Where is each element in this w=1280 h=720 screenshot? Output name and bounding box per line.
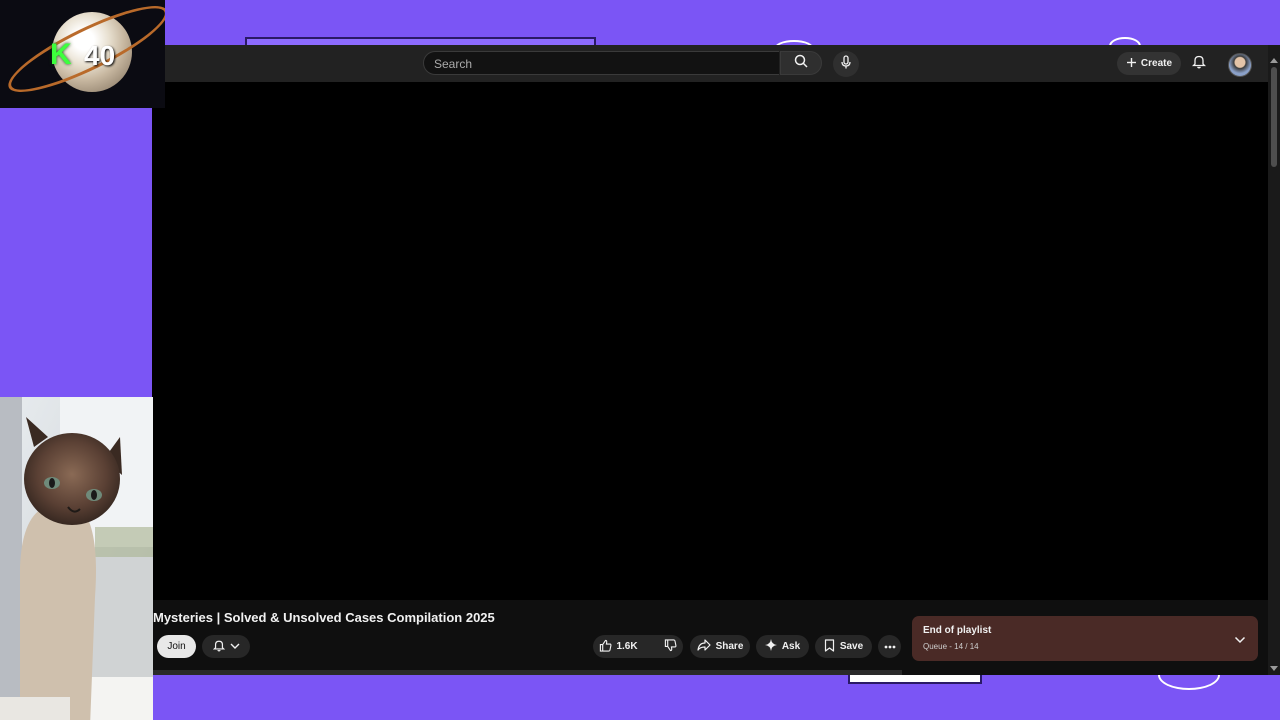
save-label: Save: [839, 641, 864, 652]
subscription-notifications-button[interactable]: [202, 635, 250, 658]
scroll-thumb[interactable]: [1271, 67, 1277, 167]
chevron-down-icon[interactable]: [1234, 631, 1246, 649]
share-icon: [696, 639, 711, 654]
search-input[interactable]: Search: [423, 51, 779, 75]
bookmark-icon: [824, 638, 835, 655]
thumbs-up-icon: [599, 639, 612, 655]
share-button[interactable]: Share: [690, 635, 750, 658]
horizontal-scroll-strip: [152, 670, 902, 675]
search-icon: [794, 54, 808, 73]
plus-icon: [1126, 57, 1137, 71]
more-icon: [884, 641, 896, 652]
youtube-window: Search Create Mysteries | Solved & Unsol…: [152, 45, 1280, 675]
create-button[interactable]: Create: [1117, 52, 1181, 75]
avatar[interactable]: [1228, 53, 1252, 77]
save-button[interactable]: Save: [815, 635, 872, 658]
like-dislike-group: 1.6K: [593, 635, 683, 658]
like-button[interactable]: 1.6K: [591, 639, 645, 655]
join-button[interactable]: Join: [157, 635, 196, 658]
bell-icon: [1191, 54, 1207, 74]
thumbs-down-icon: [664, 638, 677, 655]
create-label: Create: [1140, 58, 1173, 69]
logo-letter: K: [50, 38, 72, 71]
stream-logo-overlay: K 40: [0, 0, 165, 108]
ask-label: Ask: [781, 641, 801, 652]
voice-search-button[interactable]: [833, 51, 859, 77]
sparkle-icon: [764, 639, 777, 654]
video-title: Mysteries | Solved & Unsolved Cases Comp…: [153, 610, 495, 625]
ask-button[interactable]: Ask: [756, 635, 809, 658]
logo-count: 40: [84, 40, 116, 71]
scroll-up-arrow[interactable]: [1270, 58, 1278, 63]
top-bar: Search Create: [152, 45, 1268, 82]
page-scrollbar[interactable]: [1268, 45, 1280, 675]
mic-icon: [840, 54, 852, 74]
video-player[interactable]: [152, 82, 1268, 600]
bell-icon: [212, 639, 225, 655]
playlist-queue-status: Queue - 14 / 14: [923, 642, 979, 651]
video-info-panel: Mysteries | Solved & Unsolved Cases Comp…: [152, 600, 1268, 675]
playlist-title: End of playlist: [923, 625, 992, 636]
more-actions-button[interactable]: [878, 635, 901, 658]
share-label: Share: [715, 641, 744, 652]
like-count: 1.6K: [616, 641, 638, 652]
webcam-overlay: [0, 397, 153, 720]
cat-photo: [0, 397, 153, 720]
scroll-down-arrow[interactable]: [1270, 666, 1278, 671]
notifications-button[interactable]: [1189, 54, 1209, 74]
playlist-panel[interactable]: End of playlist Queue - 14 / 14: [912, 616, 1258, 661]
search-button[interactable]: [780, 51, 822, 75]
dislike-button[interactable]: [656, 638, 685, 655]
chevron-down-icon: [230, 641, 240, 652]
